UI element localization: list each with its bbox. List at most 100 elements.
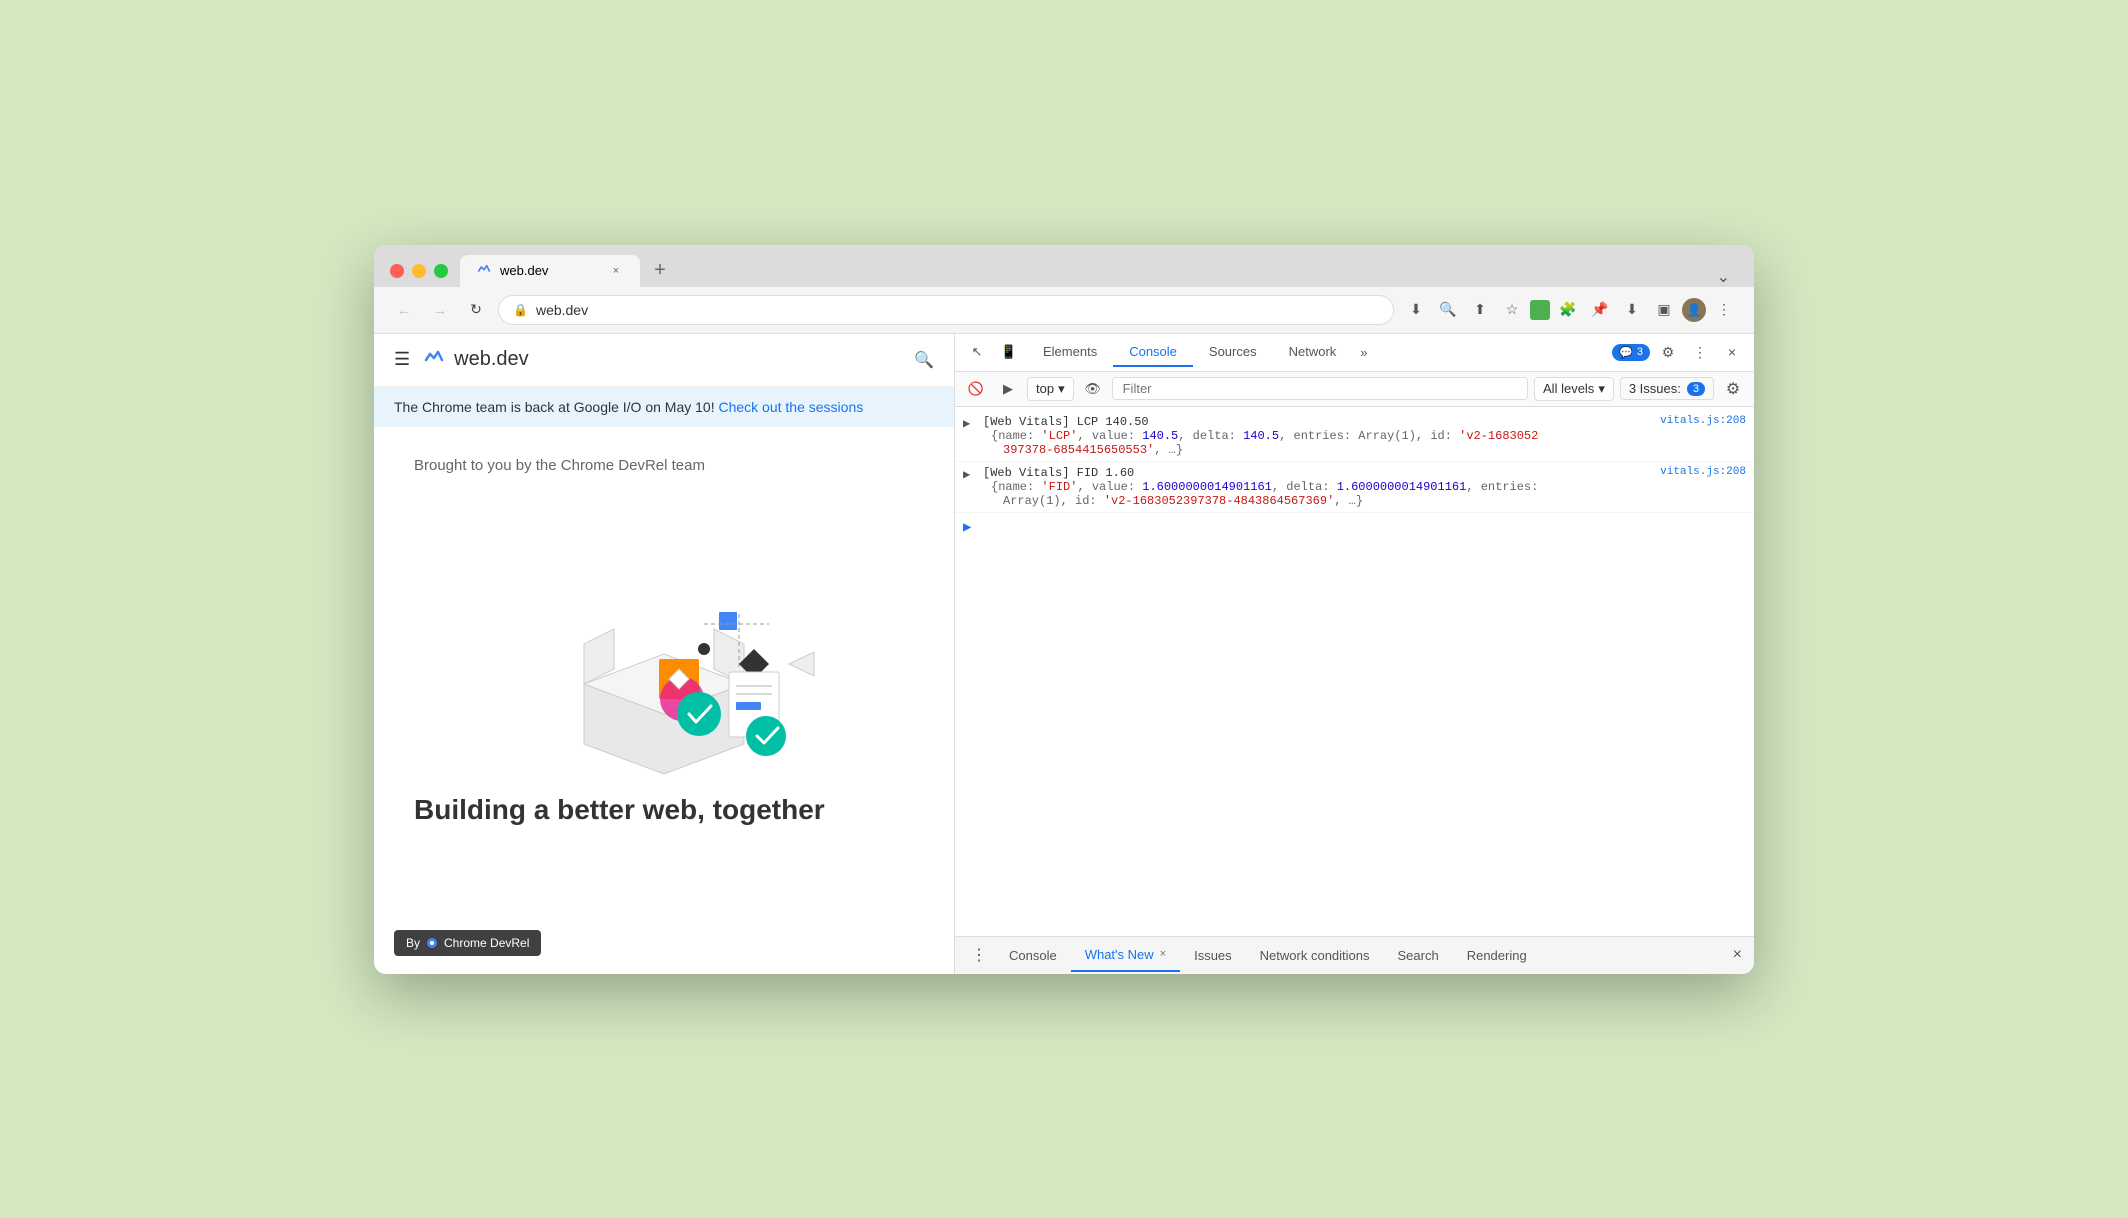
whats-new-close-icon[interactable]: × [1160, 948, 1166, 960]
drawer-rendering-label: Rendering [1467, 948, 1527, 963]
prompt-arrow-icon: ▶ [963, 519, 971, 536]
lcp-id-val: 'v2-1683052 [1459, 429, 1538, 443]
tabs-area: web.dev × + ⌄ [460, 255, 1738, 287]
share-icon[interactable]: ⬆ [1466, 296, 1494, 324]
hamburger-icon[interactable]: ☰ [394, 349, 410, 370]
devtools-header: ↖ 📱 Elements Console Sources Network » 💬… [955, 334, 1754, 372]
drawer-tab-search[interactable]: Search [1384, 940, 1453, 971]
extensions-icon[interactable]: 🧩 [1554, 296, 1582, 324]
active-tab[interactable]: web.dev × [460, 255, 640, 287]
close-button[interactable] [390, 264, 404, 278]
device-toolbar-icon[interactable]: 📱 [995, 338, 1023, 366]
announcement-banner: The Chrome team is back at Google I/O on… [374, 387, 954, 427]
search-icon[interactable]: 🔍 [914, 350, 934, 370]
issues-badge[interactable]: 💬 3 [1612, 344, 1650, 361]
url-text: web.dev [536, 302, 588, 318]
fid-source[interactable]: vitals.js:208 [1660, 466, 1746, 478]
fid-entry-content: [Web Vitals] FID 1.60 vitals.js:208 {nam… [983, 466, 1746, 508]
console-output[interactable]: ▶ [Web Vitals] LCP 140.50 vitals.js:208 … [955, 407, 1754, 936]
tab-title: web.dev [500, 263, 548, 278]
tab-close-button[interactable]: × [608, 263, 624, 279]
lcp-source[interactable]: vitals.js:208 [1660, 415, 1746, 427]
minimize-button[interactable] [412, 264, 426, 278]
drawer-console-label: Console [1009, 948, 1057, 963]
drawer-issues-label: Issues [1194, 948, 1232, 963]
extension-green-icon[interactable] [1530, 300, 1550, 320]
tab-favicon-icon [476, 263, 492, 279]
all-levels-label: All levels [1543, 381, 1594, 396]
expand-arrow-lcp[interactable]: ▶ [963, 416, 975, 431]
banner-text: The Chrome team is back at Google I/O on… [394, 399, 715, 415]
console-entry-fid: ▶ [Web Vitals] FID 1.60 vitals.js:208 {n… [955, 462, 1754, 513]
fid-entries-line: Array(1), id: 'v2-1683052397378-48438645… [983, 494, 1746, 508]
drawer-close-button[interactable]: × [1729, 946, 1746, 964]
more-options-icon[interactable]: ⋮ [1686, 338, 1714, 366]
banner-link[interactable]: Check out the sessions [718, 399, 863, 415]
fid-detail: {name: 'FID', value: 1.6000000014901161,… [983, 480, 1746, 494]
devtools-panel: ↖ 📱 Elements Console Sources Network » 💬… [954, 334, 1754, 974]
profile-avatar[interactable]: 👤 [1682, 298, 1706, 322]
issues-text: 3 Issues: [1629, 381, 1681, 396]
drawer-tab-console[interactable]: Console [995, 940, 1071, 971]
fid-id-val: 'v2-1683052397378-4843864567369' [1104, 494, 1334, 508]
maximize-button[interactable] [434, 264, 448, 278]
inspect-element-icon[interactable]: ↖ [963, 338, 991, 366]
webdev-logo-icon [422, 348, 446, 372]
drawer-tab-rendering[interactable]: Rendering [1453, 940, 1541, 971]
top-label: top [1036, 381, 1054, 396]
lcp-id-continued: 397378-6854415650553', …} [983, 443, 1746, 457]
console-entry-lcp: ▶ [Web Vitals] LCP 140.50 vitals.js:208 … [955, 411, 1754, 462]
lcp-header: [Web Vitals] LCP 140.50 vitals.js:208 [983, 415, 1746, 429]
menu-icon[interactable]: ⋮ [1710, 296, 1738, 324]
forward-button[interactable]: → [426, 296, 454, 324]
address-bar: ← → ↻ 🔒 web.dev ⬇ 🔍 ⬆ ☆ 🧩 📌 ⬇ ▣ 👤 ⋮ [374, 287, 1754, 334]
log-levels-selector[interactable]: All levels ▾ [1534, 377, 1614, 401]
drawer-tab-network-conditions[interactable]: Network conditions [1246, 940, 1384, 971]
console-settings-icon[interactable]: ⚙ [1720, 376, 1746, 402]
more-tabs-button[interactable]: » [1352, 345, 1375, 360]
drawer-tab-whats-new[interactable]: What's New × [1071, 939, 1180, 972]
bottom-badge: By Chrome DevRel [394, 930, 541, 956]
new-tab-button[interactable]: + [644, 255, 676, 287]
lcp-delta-val: 140.5 [1243, 429, 1279, 443]
toolbar-icons: ⬇ 🔍 ⬆ ☆ 🧩 📌 ⬇ ▣ 👤 ⋮ [1402, 296, 1738, 324]
main-area: ☰ web.dev 🔍 The Chrome team is back at G… [374, 334, 1754, 974]
tab-chevron-icon[interactable]: ⌄ [1717, 267, 1738, 287]
tab-network[interactable]: Network [1273, 338, 1353, 367]
zoom-icon[interactable]: 🔍 [1434, 296, 1462, 324]
split-screen-icon[interactable]: ▣ [1650, 296, 1678, 324]
tab-elements[interactable]: Elements [1027, 338, 1113, 367]
drawer-search-label: Search [1398, 948, 1439, 963]
drawer-tab-issues[interactable]: Issues [1180, 940, 1246, 971]
bookmark-icon[interactable]: ☆ [1498, 296, 1526, 324]
download-page-icon[interactable]: ⬇ [1402, 296, 1430, 324]
console-prompt[interactable]: ▶ [955, 513, 1754, 542]
issues-count-badge[interactable]: 3 Issues: 3 [1620, 377, 1714, 400]
download-icon[interactable]: ⬇ [1618, 296, 1646, 324]
run-icon[interactable]: ▶ [995, 376, 1021, 402]
badge-text: By [406, 936, 420, 950]
top-selector[interactable]: top ▾ [1027, 377, 1074, 401]
traffic-lights [390, 264, 448, 278]
lcp-detail: {name: 'LCP', value: 140.5, delta: 140.5… [983, 429, 1746, 443]
pin-icon[interactable]: 📌 [1586, 296, 1614, 324]
webpage: ☰ web.dev 🔍 The Chrome team is back at G… [374, 334, 954, 974]
clear-console-icon[interactable]: 🚫 [963, 376, 989, 402]
console-toolbar: 🚫 ▶ top ▾ 👁 All levels ▾ 3 Issues: 3 ⚙ [955, 372, 1754, 407]
drawer-dots-icon[interactable]: ⋮ [963, 945, 995, 965]
url-bar[interactable]: 🔒 web.dev [498, 295, 1394, 325]
chrome-icon [426, 937, 438, 949]
lock-icon: 🔒 [513, 303, 528, 317]
eye-icon[interactable]: 👁 [1080, 376, 1106, 402]
fid-name-val: 'FID' [1041, 480, 1077, 494]
settings-icon[interactable]: ⚙ [1654, 338, 1682, 366]
filter-input[interactable] [1112, 377, 1528, 400]
devtools-close-button[interactable]: × [1718, 338, 1746, 366]
tab-console[interactable]: Console [1113, 338, 1193, 367]
expand-arrow-fid[interactable]: ▶ [963, 467, 975, 482]
back-button[interactable]: ← [390, 296, 418, 324]
brought-by-text: Brought to you by the Chrome DevRel team [414, 457, 914, 474]
tab-sources[interactable]: Sources [1193, 338, 1273, 367]
drawer-network-conditions-label: Network conditions [1260, 948, 1370, 963]
reload-button[interactable]: ↻ [462, 296, 490, 324]
